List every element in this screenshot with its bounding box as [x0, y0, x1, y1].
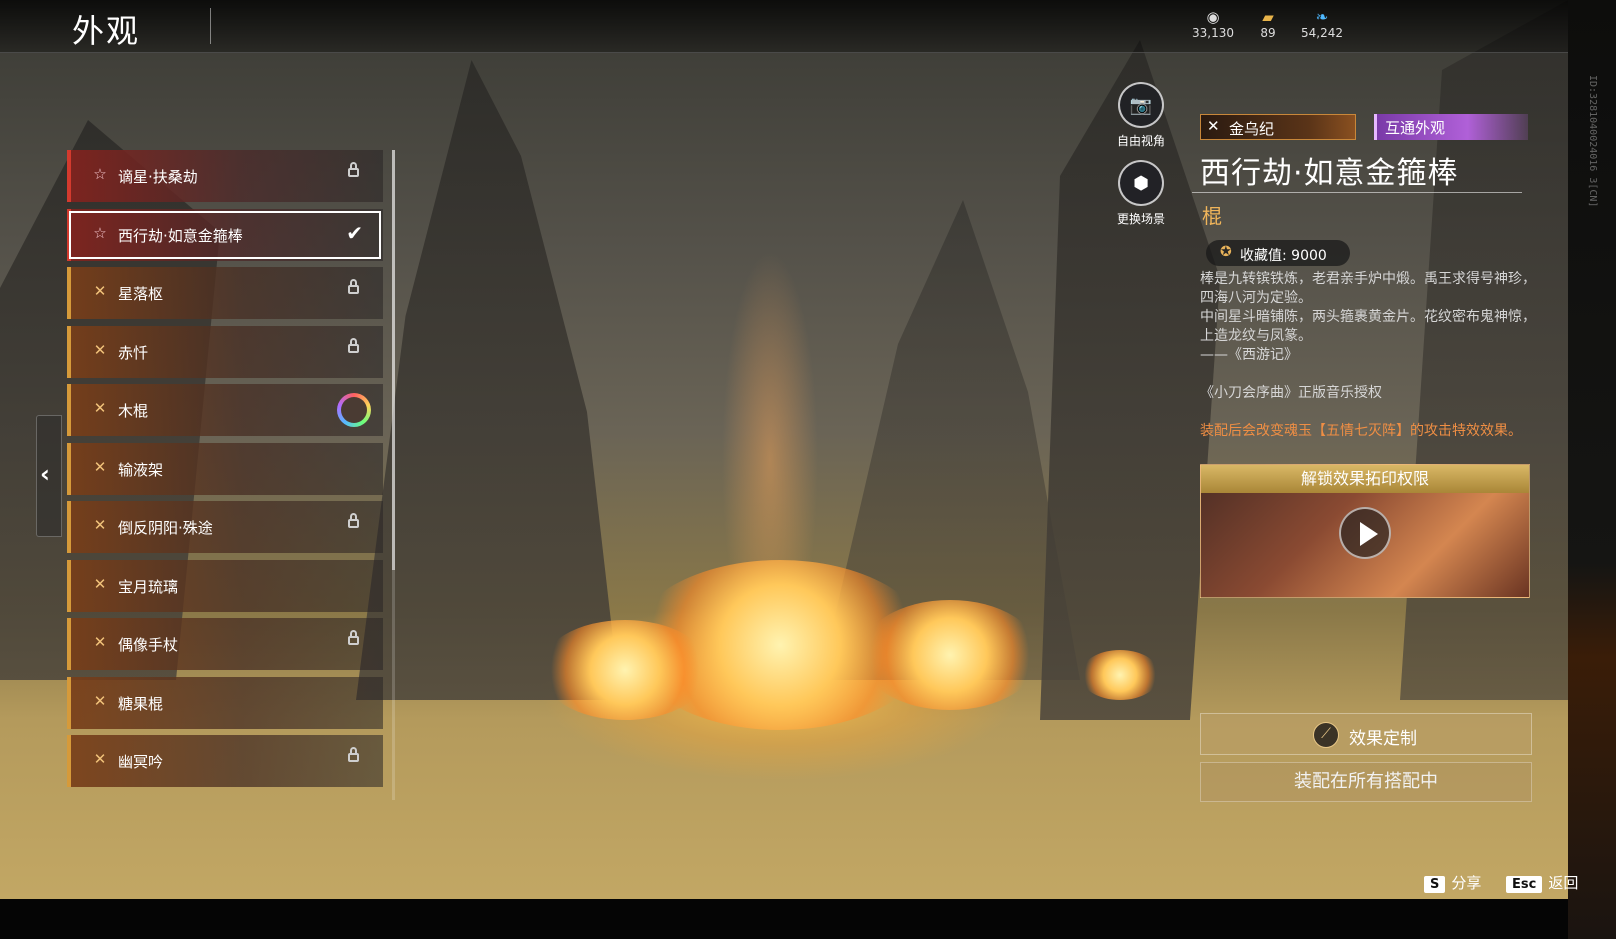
share-label: 分享	[1451, 874, 1482, 892]
collection-value: 收藏值: 9000	[1240, 248, 1327, 264]
cross-rarity-icon: ✕	[93, 457, 107, 476]
equip-all-button[interactable]: 装配在所有搭配中	[1200, 762, 1532, 802]
list-item[interactable]: ✕ 宝月琉璃	[67, 559, 383, 612]
build-id: ID:3281040024016 3[CN]	[1587, 75, 1598, 208]
list-item-label: 赤忏	[118, 343, 149, 362]
letterbox-bar	[0, 899, 1568, 939]
collapse-list-button[interactable]: ‹	[36, 415, 62, 537]
list-item[interactable]: ☆ 西行劫·如意金箍棒 ✔	[67, 208, 383, 261]
cross-rarity-icon: ✕	[93, 399, 107, 417]
cross-rarity-icon: ✕	[93, 633, 107, 651]
currency-ticket: ▰ 89	[1238, 8, 1298, 40]
list-item[interactable]: ✕ 星落枢	[67, 267, 383, 319]
list-item-label: 幽冥吟	[118, 753, 164, 771]
play-icon[interactable]	[1339, 507, 1391, 559]
flame-burst-small	[1080, 650, 1160, 700]
list-item-label: 宝月琉璃	[118, 577, 179, 596]
cross-rarity-icon: ✕	[93, 516, 107, 534]
list-item-label: 星落枢	[118, 285, 164, 303]
customize-label: 效果定制	[1349, 729, 1417, 749]
shared-appearance-tag: 互通外观	[1374, 114, 1528, 140]
list-item[interactable]: ✕ 输液架	[67, 442, 383, 495]
title-divider	[210, 8, 211, 44]
list-item-label: 糖果棍	[118, 694, 164, 713]
series-emblem-icon: ✕	[1207, 117, 1220, 135]
series-tag-label: 金乌纪	[1229, 120, 1275, 138]
cross-rarity-icon: ✕	[93, 750, 107, 768]
staff-icon: ⟋	[1313, 722, 1339, 748]
cross-rarity-icon: ✕	[93, 574, 107, 593]
list-item-label: 输液架	[118, 460, 164, 479]
shared-tag-label: 互通外观	[1385, 119, 1446, 137]
list-item[interactable]: ✕ 木棍	[67, 384, 383, 436]
description-source: ——《西游记》	[1200, 347, 1298, 363]
lock-icon	[348, 337, 359, 353]
camera-icon: 📷	[1118, 82, 1164, 128]
lock-icon	[348, 747, 359, 762]
back-hint[interactable]: Esc 返回	[1506, 872, 1578, 893]
list-item[interactable]: ☆ 谪星·扶桑劫	[67, 150, 383, 202]
currency-feather: ❧ 54,242	[1292, 8, 1352, 40]
list-item-label: 木棍	[118, 402, 149, 420]
top-bar: 外观 ◉ 33,130 ▰ 89 ❧ 54,242	[0, 0, 1568, 53]
change-scene-button[interactable]: ⬢ 更换场景	[1096, 160, 1186, 227]
back-label: 返回	[1548, 874, 1579, 892]
lock-icon	[348, 630, 359, 645]
list-item-label: 谪星·扶桑劫	[118, 168, 198, 186]
share-key: S	[1424, 876, 1446, 893]
page-title: 外观	[72, 12, 141, 50]
effect-customize-button[interactable]: ⟋ 效果定制	[1200, 713, 1532, 755]
description-line-1: 棒是九转镔铁炼，老君亲手炉中煅。禹王求得号神珍，四海八河为定验。	[1200, 271, 1536, 306]
video-title: 解锁效果拓印权限	[1201, 465, 1529, 493]
music-license: 《小刀会序曲》正版音乐授权	[1200, 385, 1382, 401]
list-item[interactable]: ✕ 糖果棍	[67, 676, 383, 729]
free-view-label: 自由视角	[1116, 134, 1165, 148]
lock-icon	[348, 513, 359, 528]
currency-feather-icon: ❧	[1315, 8, 1329, 26]
list-item[interactable]: ✕ 幽冥吟	[67, 735, 383, 787]
chevron-left-icon: ‹	[40, 460, 50, 488]
list-item-label: 西行劫·如意金箍棒	[118, 226, 243, 245]
change-scene-label: 更换场景	[1116, 212, 1165, 226]
list-scrollbar-thumb[interactable]	[392, 150, 395, 570]
cross-rarity-icon: ✕	[93, 282, 107, 300]
collection-value-badge: ✪ 收藏值: 9000	[1206, 240, 1350, 266]
list-item[interactable]: ✕ 倒反阴阳·殊途	[67, 501, 383, 553]
currency-value: 33,130	[1192, 26, 1234, 40]
lock-icon	[348, 162, 359, 177]
currency-value: 89	[1260, 26, 1276, 40]
flame-burst-left	[540, 620, 710, 720]
collection-icon: ✪	[1220, 244, 1232, 260]
name-underline	[1192, 192, 1522, 193]
currency-coin-icon: ◉	[1206, 8, 1220, 26]
checkmark-icon: ✔	[346, 220, 363, 245]
currency-coin: ◉ 33,130	[1183, 8, 1243, 40]
scene-cube-icon: ⬢	[1118, 160, 1164, 206]
effect-preview-video[interactable]: 解锁效果拓印权限	[1200, 464, 1530, 598]
list-item[interactable]: ✕ 偶像手杖	[67, 618, 383, 670]
lock-icon	[348, 279, 359, 294]
cross-rarity-icon: ✕	[93, 340, 107, 359]
free-view-button[interactable]: 📷 自由视角	[1096, 82, 1186, 149]
list-item-label: 倒反阴阳·殊途	[118, 519, 213, 537]
color-dye-ring-icon[interactable]	[337, 393, 371, 427]
item-type: 棍	[1202, 204, 1222, 228]
cross-rarity-icon: ✕	[93, 691, 107, 710]
item-name: 西行劫·如意金箍棒	[1200, 156, 1459, 191]
list-item-label: 偶像手杖	[118, 636, 179, 654]
star-rarity-icon: ☆	[93, 223, 107, 242]
flame-burst-right	[860, 600, 1040, 710]
list-item[interactable]: ✕ 赤忏	[67, 325, 383, 378]
currency-ticket-icon: ▰	[1262, 8, 1274, 26]
appearance-list: ☆ 谪星·扶桑劫 ☆ 西行劫·如意金箍棒 ✔ ✕ 星落枢 ✕ 赤忏 ✕ 木棍 ✕ 输液架 ✕ 倒反阴阳·殊途…	[67, 150, 385, 800]
share-hint[interactable]: S 分享	[1424, 872, 1481, 893]
description-line-2: 中间星斗暗铺陈，两头箍裹黄金片。花纹密布鬼神惊，上造龙纹与凤篆。	[1200, 309, 1536, 344]
back-key: Esc	[1506, 876, 1543, 893]
equip-warning: 装配后会改变魂玉【五情七灭阵】的攻击特效效果。	[1200, 423, 1522, 439]
star-rarity-icon: ☆	[93, 165, 107, 183]
series-tag: ✕ 金乌纪	[1200, 114, 1356, 140]
currency-value: 54,242	[1301, 26, 1343, 40]
